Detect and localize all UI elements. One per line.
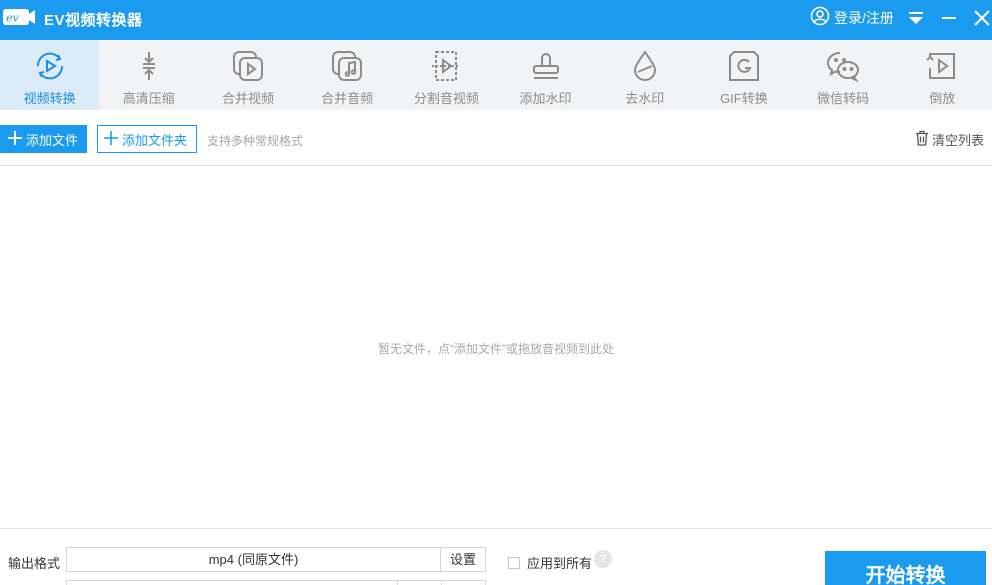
merge-audio-icon	[329, 48, 365, 84]
tab-merge-audio[interactable]: 合并音频	[298, 40, 397, 110]
dropdown-menu-icon	[909, 12, 923, 24]
format-settings-button[interactable]: 设置	[440, 547, 486, 572]
add-file-button[interactable]: 添加文件	[0, 125, 87, 153]
supported-formats-hint: 支持多种常规格式	[207, 134, 304, 148]
app-title: EV视频转换器	[44, 12, 143, 29]
merge-video-icon	[230, 48, 266, 84]
minimize-icon	[942, 17, 956, 19]
plus-icon	[8, 130, 22, 148]
tab-label: 合并视频	[221, 91, 274, 106]
video-convert-icon	[32, 48, 68, 84]
tab-label: 添加水印	[519, 91, 572, 106]
app-logo-icon: ev	[3, 7, 35, 27]
tab-label: 高清压缩	[122, 91, 175, 106]
tab-video-convert[interactable]: 视频转换	[0, 40, 100, 110]
output-settings-panel: 输出格式 mp4 (同原文件) 设置 应用到所有 ? 开始转换	[0, 528, 992, 585]
feature-toolbar: 视频转换 高清压缩 合并视频 合并音频 分割音视频 添加水印 去水印 GIF转换…	[0, 40, 992, 110]
reverse-icon	[924, 48, 960, 84]
add-file-label: 添加文件	[26, 132, 79, 148]
tab-label: 分割音视频	[413, 91, 479, 106]
empty-state-message: 暂无文件，点“添加文件”或拖放音视频到此处	[378, 342, 614, 356]
tab-hd-compress[interactable]: 高清压缩	[99, 40, 198, 110]
tab-add-watermark[interactable]: 添加水印	[496, 40, 595, 110]
dropdown-menu-button[interactable]	[904, 6, 928, 30]
tab-merge-video[interactable]: 合并视频	[198, 40, 297, 110]
title-bar: ev EV视频转换器 登录/注册	[0, 0, 992, 40]
tab-gif-convert[interactable]: GIF转换	[694, 40, 793, 110]
file-drop-area[interactable]: 暂无文件，点“添加文件”或拖放音视频到此处	[0, 167, 992, 527]
wechat-icon	[825, 48, 861, 84]
tab-label: 视频转换	[23, 91, 76, 106]
output-format-select[interactable]: mp4 (同原文件)	[66, 547, 441, 572]
tab-split-av[interactable]: 分割音视频	[397, 40, 496, 110]
help-icon[interactable]: ?	[594, 550, 612, 568]
checkbox-box	[508, 556, 520, 569]
add-folder-label: 添加文件夹	[122, 132, 188, 148]
output-path-field[interactable]	[66, 580, 486, 585]
tab-remove-watermark[interactable]: 去水印	[595, 40, 694, 110]
login-label: 登录/注册	[834, 10, 894, 26]
minimize-button[interactable]	[937, 6, 961, 30]
clear-list-button[interactable]: 清空列表	[915, 130, 984, 149]
tab-label: 合并音频	[321, 91, 374, 106]
compress-icon	[131, 48, 167, 84]
apply-to-all-label: 应用到所有	[527, 556, 593, 571]
close-button[interactable]	[970, 6, 992, 30]
stamp-icon	[528, 48, 564, 84]
clear-list-label: 清空列表	[932, 133, 985, 148]
svg-text:ev: ev	[6, 12, 20, 25]
login-register-link[interactable]: 登录/注册	[810, 6, 894, 31]
tab-label: 微信转码	[817, 91, 870, 106]
tab-reverse[interactable]: 倒放	[893, 40, 992, 110]
output-format-label: 输出格式	[8, 556, 61, 571]
tab-wechat-transcode[interactable]: 微信转码	[794, 40, 893, 110]
gif-icon	[726, 48, 762, 84]
water-drop-icon	[627, 48, 663, 84]
plus-icon	[104, 130, 118, 148]
user-icon	[810, 6, 830, 31]
tab-label: GIF转换	[720, 91, 768, 106]
add-folder-button[interactable]: 添加文件夹	[97, 125, 197, 153]
close-icon	[974, 10, 990, 26]
action-bar: 添加文件 添加文件夹 支持多种常规格式 清空列表	[0, 110, 992, 166]
start-convert-button[interactable]: 开始转换	[825, 551, 986, 585]
tab-label: 倒放	[929, 91, 956, 106]
split-icon	[428, 48, 464, 84]
tab-label: 去水印	[625, 91, 665, 106]
trash-icon	[915, 130, 929, 149]
apply-to-all-checkbox[interactable]: 应用到所有	[508, 553, 592, 572]
